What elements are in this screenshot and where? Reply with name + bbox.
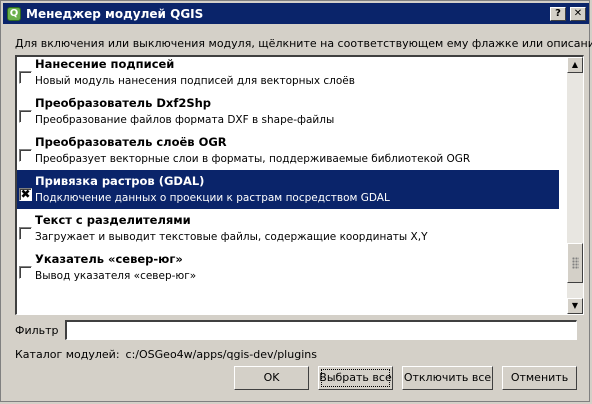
scrollbar-thumb[interactable] [567, 243, 583, 283]
plugin-list[interactable]: Нанесение подписей Новый модуль нанесени… [15, 55, 584, 315]
plugin-checkbox[interactable] [19, 227, 32, 240]
plugin-description: Подключение данных о проекции к растрам … [35, 192, 390, 204]
title-bar[interactable]: Q Менеджер модулей QGIS ? ✕ [3, 3, 589, 24]
catalog-path: Каталог модулей: c:/OSGeo4w/apps/qgis-dev… [15, 348, 317, 361]
plugin-checkbox[interactable]: ✖ [19, 187, 32, 201]
plugin-name: Текст с разделителями [35, 213, 191, 227]
plugin-name: Указатель «север-юг» [35, 252, 183, 266]
plugin-description: Загружает и выводит текстовые файлы, сод… [35, 231, 428, 243]
plugin-checkbox[interactable] [19, 71, 32, 84]
plugin-description: Преобразование файлов формата DXF в shap… [35, 114, 335, 126]
vertical-scrollbar[interactable]: ▲ ▼ [567, 57, 583, 314]
filter-input[interactable] [65, 320, 577, 340]
scroll-down-arrow-icon[interactable]: ▼ [567, 298, 583, 314]
catalog-label: Каталог модулей: [15, 348, 120, 361]
plugin-checkbox[interactable] [19, 110, 32, 123]
filter-label: Фильтр [15, 324, 59, 337]
plugin-description: Преобразует векторные слои в форматы, по… [35, 153, 471, 165]
plugin-checkbox[interactable] [19, 149, 32, 162]
plugin-rows: Нанесение подписей Новый модуль нанесени… [17, 57, 559, 287]
ok-button[interactable]: OK [234, 366, 309, 390]
plugin-name: Преобразователь слоёв OGR [35, 135, 227, 149]
plugin-name: Привязка растров (GDAL) [35, 174, 205, 188]
plugin-row[interactable]: Преобразователь Dxf2Shp Преобразование ф… [17, 92, 559, 131]
plugin-row[interactable]: Преобразователь слоёв OGR Преобразует ве… [17, 131, 559, 170]
cancel-button[interactable]: Отменить [502, 366, 577, 390]
plugin-manager-dialog: Q Менеджер модулей QGIS ? ✕ Для включени… [0, 0, 592, 402]
qgis-logo-icon: Q [7, 6, 21, 21]
plugin-row[interactable]: ✖ Привязка растров (GDAL) Подключение да… [17, 170, 559, 209]
plugin-row[interactable]: Нанесение подписей Новый модуль нанесени… [17, 57, 559, 92]
scroll-up-arrow-icon[interactable]: ▲ [567, 57, 583, 73]
instruction-text: Для включения или выключения модуля, щёл… [15, 37, 592, 50]
plugin-description: Вывод указателя «север-юг» [35, 270, 197, 282]
plugin-checkbox[interactable] [19, 266, 32, 279]
plugin-row[interactable]: Указатель «север-юг» Вывод указателя «се… [17, 248, 559, 287]
plugin-description: Новый модуль нанесения подписей для вект… [35, 75, 355, 87]
plugin-name: Преобразователь Dxf2Shp [35, 96, 212, 110]
window-title: Менеджер модулей QGIS [26, 6, 204, 21]
plugin-name: Нанесение подписей [35, 57, 175, 71]
select-all-button[interactable]: Выбрать все [318, 366, 393, 390]
close-button[interactable]: ✕ [570, 6, 586, 21]
catalog-value: c:/OSGeo4w/apps/qgis-dev/plugins [125, 348, 317, 361]
plugin-row[interactable]: Текст с разделителями Загружает и выводи… [17, 209, 559, 248]
grip-icon [572, 257, 579, 269]
help-button[interactable]: ? [550, 6, 566, 21]
deselect-all-button[interactable]: Отключить все [402, 366, 493, 390]
